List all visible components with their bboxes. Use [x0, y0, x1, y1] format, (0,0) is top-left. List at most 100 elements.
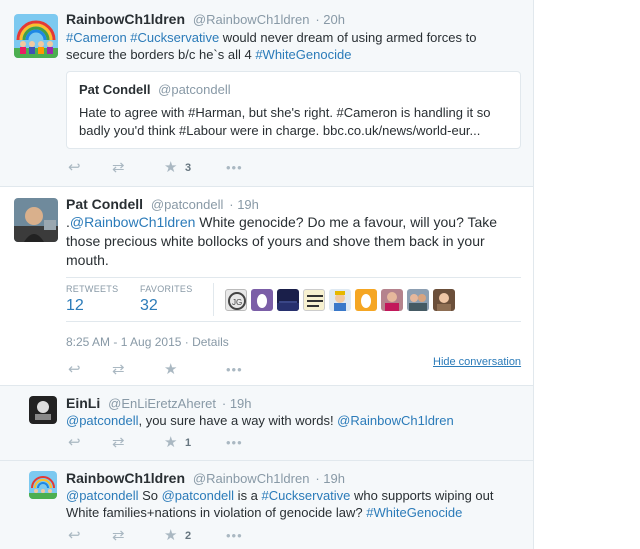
- favorite-icon[interactable]: ★: [164, 160, 177, 176]
- avatar[interactable]: [29, 396, 57, 424]
- display-name[interactable]: Pat Condell: [66, 196, 143, 212]
- timestamp[interactable]: · 19h: [315, 471, 345, 486]
- einli-avatar: [29, 396, 57, 424]
- reply-einli[interactable]: EinLi @EnLiEretzAheret · 19h @patcondell…: [0, 386, 533, 460]
- egg-icon: [361, 294, 371, 308]
- tweet-body: is a: [234, 488, 262, 503]
- retweet-icon[interactable]: ⇄: [112, 528, 125, 544]
- avatar[interactable]: [14, 14, 58, 58]
- more-icon[interactable]: •••: [226, 362, 243, 378]
- tweet-text: .@RainbowCh1ldren White genocide? Do me …: [66, 213, 516, 270]
- display-name[interactable]: RainbowCh1ldren: [66, 11, 185, 27]
- svg-text:JG: JG: [232, 298, 242, 307]
- tweet-header: RainbowCh1ldren @RainbowCh1ldren · 20h: [66, 11, 345, 27]
- tweet-datetime: 8:25 AM - 1 Aug 2015 · Details: [66, 334, 229, 351]
- person-photo-icon: [437, 293, 451, 311]
- favorite-count: 3: [185, 162, 192, 174]
- hashtag-link[interactable]: #Cuckservative: [262, 488, 351, 503]
- hashtag-links[interactable]: #Cameron #Cuckservative: [66, 30, 219, 45]
- timestamp[interactable]: · 19h: [222, 396, 252, 411]
- person-photo-icon: [385, 292, 399, 311]
- favoriter-avatar-dark[interactable]: [277, 289, 299, 311]
- mention-link[interactable]: @patcondell: [162, 488, 234, 503]
- mention-link[interactable]: @RainbowCh1ldren: [70, 214, 196, 230]
- retweet-icon[interactable]: ⇄: [112, 435, 125, 451]
- reply-rainbowchildren[interactable]: RainbowCh1ldren @RainbowCh1ldren · 19h @…: [0, 461, 533, 549]
- favorite-count: 2: [185, 530, 192, 542]
- pat-condell-avatar: [14, 198, 58, 242]
- egg-icon: [257, 294, 267, 308]
- reply-icon[interactable]: ↩: [68, 160, 81, 176]
- favorites-count[interactable]: 32: [140, 297, 158, 315]
- tweet-actions: ↩ ⇄ ★ 3 •••: [66, 160, 266, 176]
- reply-icon[interactable]: ↩: [68, 362, 81, 378]
- tweet-text: @patcondell So @patcondell is a #Cuckser…: [66, 487, 516, 521]
- quoted-text: Hate to agree with #Harman, but she's ri…: [79, 105, 491, 138]
- timestamp[interactable]: · 20h: [315, 12, 345, 27]
- favoriter-avatar-photo1[interactable]: [381, 289, 403, 311]
- hashtag-link[interactable]: #WhiteGenocide: [255, 47, 351, 62]
- tweet-header: Pat Condell @patcondell · 19h: [66, 196, 259, 212]
- jg-logo-icon: JG: [228, 292, 246, 310]
- reply-icon[interactable]: ↩: [68, 435, 81, 451]
- mention-link[interactable]: @patcondell: [66, 488, 138, 503]
- retweet-icon[interactable]: ⇄: [112, 160, 125, 176]
- mention-link[interactable]: @RainbowCh1ldren: [337, 413, 454, 428]
- tweet-actions: ↩ ⇄ ★ 1 •••: [66, 435, 266, 451]
- hide-conversation-link[interactable]: Hide conversation: [433, 356, 521, 368]
- hashtag-link[interactable]: #WhiteGenocide: [366, 505, 462, 520]
- tweet-header: EinLi @EnLiEretzAheret · 19h: [66, 395, 252, 411]
- favoriter-avatar-photo2[interactable]: [407, 289, 429, 311]
- tweet-body: , you sure have a way with words!: [138, 413, 338, 428]
- favorite-icon[interactable]: ★: [164, 435, 177, 451]
- more-icon[interactable]: •••: [226, 160, 243, 176]
- avatar[interactable]: [29, 471, 57, 499]
- tweet-patcondell-focused[interactable]: Pat Condell @patcondell · 19h .@RainbowC…: [0, 187, 533, 385]
- quoted-tweet[interactable]: Pat Condell @patcondell Hate to agree wi…: [66, 71, 521, 149]
- retweets-label: RETWEETS: [66, 284, 119, 294]
- tweet-text: @patcondell, you sure have a way with wo…: [66, 412, 516, 429]
- retweet-icon[interactable]: ⇄: [112, 362, 125, 378]
- display-name[interactable]: RainbowCh1ldren: [66, 470, 185, 486]
- night-landscape-icon: [277, 301, 299, 311]
- group-photo-icon: [409, 294, 427, 311]
- favorite-icon[interactable]: ★: [164, 362, 177, 378]
- favoriter-avatar-egg[interactable]: [251, 289, 273, 311]
- user-handle[interactable]: @RainbowCh1ldren: [193, 12, 310, 27]
- retweets-count[interactable]: 12: [66, 297, 84, 315]
- user-handle[interactable]: @EnLiEretzAheret: [108, 396, 216, 411]
- quoted-display-name: Pat Condell: [79, 82, 151, 97]
- tweet-text: #Cameron #Cuckservative would never drea…: [66, 29, 516, 63]
- stats-divider-bottom: [66, 321, 521, 322]
- tweet-actions: ↩ ⇄ ★ 2 •••: [66, 528, 266, 544]
- tweet-body: So: [138, 488, 162, 503]
- favoriter-avatar-logo[interactable]: JG: [225, 289, 247, 311]
- mention-link[interactable]: @patcondell: [66, 413, 138, 428]
- favoriter-avatar-text[interactable]: [303, 289, 325, 311]
- avatar[interactable]: [14, 198, 58, 242]
- favorites-label: FAVORITES: [140, 284, 193, 294]
- user-handle[interactable]: @RainbowCh1ldren: [193, 471, 310, 486]
- stats-separator: [213, 283, 214, 316]
- full-timestamp: 8:25 AM - 1 Aug 2015: [66, 335, 182, 349]
- tweet-actions: ↩ ⇄ ★ •••: [66, 362, 266, 378]
- favoriter-avatar-cartoon[interactable]: [329, 289, 351, 311]
- favorite-icon[interactable]: ★: [164, 528, 177, 544]
- conversation-feed: RainbowCh1ldren @RainbowCh1ldren · 20h #…: [0, 0, 534, 549]
- favoriter-avatar-photo3[interactable]: [433, 289, 455, 311]
- more-icon[interactable]: •••: [226, 435, 243, 451]
- tweet-rainbowchildren[interactable]: RainbowCh1ldren @RainbowCh1ldren · 20h #…: [0, 0, 533, 186]
- reply-icon[interactable]: ↩: [68, 528, 81, 544]
- quoted-author: Pat Condell @patcondell: [79, 82, 231, 97]
- favorite-count: 1: [185, 437, 192, 449]
- more-icon[interactable]: •••: [226, 528, 243, 544]
- details-link[interactable]: · Details: [185, 335, 229, 349]
- display-name[interactable]: EinLi: [66, 395, 100, 411]
- tweet-header: RainbowCh1ldren @RainbowCh1ldren · 19h: [66, 470, 345, 486]
- rainbow-children-avatar: [14, 14, 58, 58]
- quoted-handle: @patcondell: [158, 82, 231, 97]
- favoriter-avatar-egg-orange[interactable]: [355, 289, 377, 311]
- stats-divider-top: [66, 277, 521, 278]
- timestamp[interactable]: · 19h: [229, 197, 259, 212]
- user-handle[interactable]: @patcondell: [151, 197, 223, 212]
